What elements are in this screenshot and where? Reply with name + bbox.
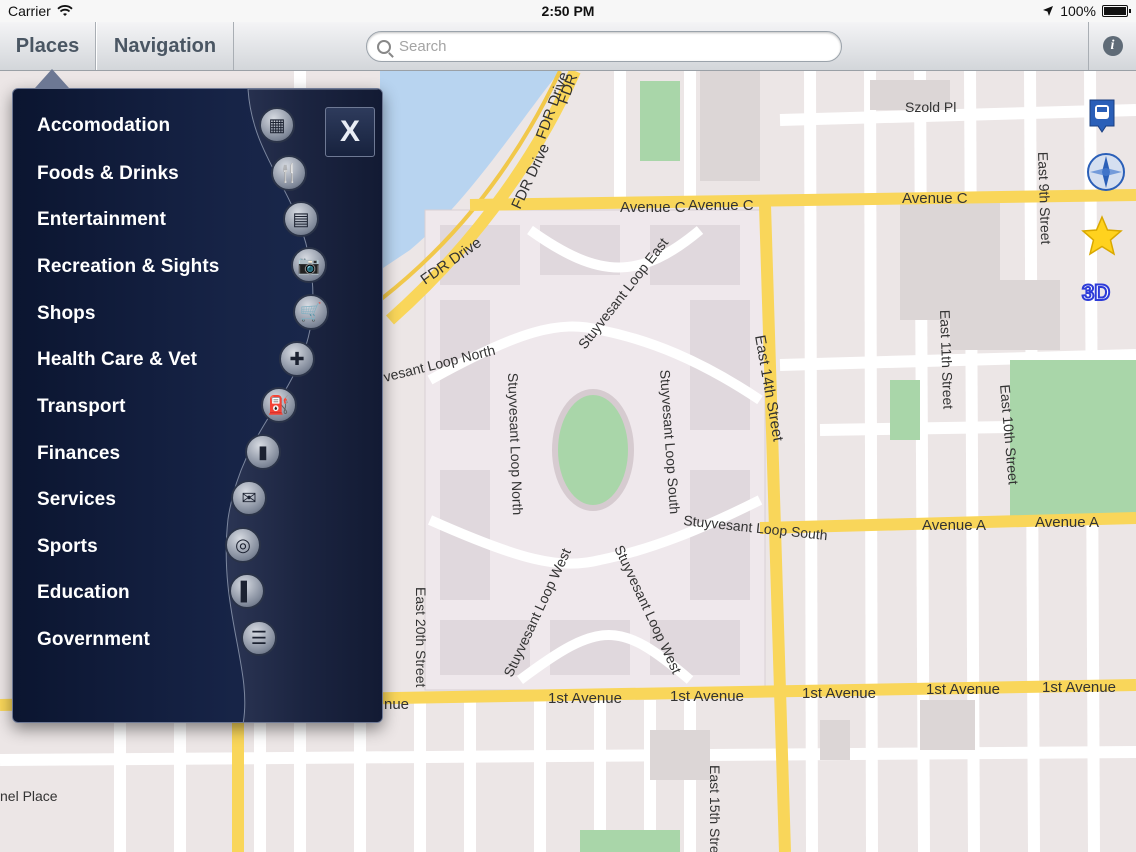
street-label-avenue-c-1: Avenue C bbox=[620, 199, 686, 216]
cart-icon[interactable]: 🛒 bbox=[293, 294, 329, 330]
star-icon bbox=[1081, 215, 1123, 256]
info-icon: i bbox=[1102, 36, 1123, 56]
location-arrow-icon bbox=[1043, 6, 1054, 16]
street-label-1st-ave-3: 1st Avenue bbox=[802, 685, 876, 702]
category-government[interactable]: Government bbox=[37, 629, 150, 651]
places-popover: X Accomodation ▦ Foods & Drinks 🍴 Entert… bbox=[12, 88, 383, 723]
places-button[interactable]: Places bbox=[0, 22, 96, 70]
popover-arrow bbox=[35, 69, 69, 88]
street-label-1st-ave-2: 1st Avenue bbox=[670, 688, 744, 705]
street-label-avenue-c-2: Avenue C bbox=[688, 197, 754, 214]
street-label-1st-ave-5: 1st Avenue bbox=[1042, 679, 1116, 696]
search-icon bbox=[377, 39, 391, 54]
info-button[interactable]: i bbox=[1088, 22, 1136, 70]
camera-icon[interactable]: 📷 bbox=[291, 247, 327, 283]
category-transport[interactable]: Transport bbox=[37, 396, 126, 418]
street-label-east-9th: East 9th Street bbox=[1035, 152, 1054, 245]
3d-toggle-button[interactable]: 3D bbox=[1081, 279, 1111, 306]
subway-icon bbox=[1089, 99, 1115, 133]
search-bar[interactable] bbox=[366, 31, 842, 62]
map-icon[interactable]: ▦ bbox=[259, 107, 295, 143]
street-label-1st-ave-partial: nue bbox=[384, 696, 409, 713]
category-health-care-vet[interactable]: Health Care & Vet bbox=[37, 349, 197, 371]
category-education[interactable]: Education bbox=[37, 582, 130, 604]
street-label-1st-ave-1: 1st Avenue bbox=[548, 690, 622, 707]
battery-percent: 100% bbox=[1060, 3, 1096, 19]
status-time: 2:50 PM bbox=[541, 3, 595, 19]
street-label-1st-ave-4: 1st Avenue bbox=[926, 681, 1000, 698]
carrier-label: Carrier bbox=[8, 3, 51, 19]
close-button[interactable]: X bbox=[325, 107, 375, 157]
envelope-icon[interactable]: ✉ bbox=[231, 480, 267, 516]
cabinet-icon[interactable]: ☰ bbox=[241, 620, 277, 656]
status-left: Carrier bbox=[8, 3, 73, 19]
metro-button[interactable] bbox=[1086, 98, 1118, 139]
toolbar: Places Navigation i bbox=[0, 22, 1136, 71]
street-label-partial-place: nel Place bbox=[0, 788, 58, 804]
search-input[interactable] bbox=[399, 38, 841, 55]
film-icon[interactable]: ▤ bbox=[283, 201, 319, 237]
category-recreation-sights[interactable]: Recreation & Sights bbox=[37, 256, 219, 278]
battery-icon bbox=[1102, 5, 1131, 17]
compass-button[interactable] bbox=[1086, 152, 1126, 197]
lifebuoy-icon[interactable]: ◎ bbox=[225, 527, 261, 563]
category-accomodation[interactable]: Accomodation bbox=[37, 115, 170, 137]
compass-icon bbox=[1087, 153, 1125, 191]
street-label-szold-pl: Szold Pl bbox=[905, 99, 956, 115]
status-bar: Carrier 2:50 PM 100% bbox=[0, 0, 1136, 22]
fuel-icon[interactable]: ⛽ bbox=[261, 387, 297, 423]
street-label-avenue-a-2: Avenue A bbox=[1035, 514, 1099, 531]
street-label-east-15th: East 15th Street bbox=[707, 765, 723, 852]
wifi-icon bbox=[57, 5, 73, 16]
plus-icon[interactable]: ✚ bbox=[279, 341, 315, 377]
category-sports[interactable]: Sports bbox=[37, 536, 98, 558]
book-icon[interactable]: ▌ bbox=[229, 573, 265, 609]
favorites-button[interactable] bbox=[1080, 214, 1124, 263]
status-right: 100% bbox=[1042, 3, 1131, 19]
bars-icon[interactable]: ▮ bbox=[245, 434, 281, 470]
fork-knife-icon[interactable]: 🍴 bbox=[271, 155, 307, 191]
category-shops[interactable]: Shops bbox=[37, 303, 96, 325]
category-services[interactable]: Services bbox=[37, 489, 116, 511]
navigation-button[interactable]: Navigation bbox=[96, 22, 234, 70]
street-label-east-20th: East 20th Street bbox=[413, 587, 429, 688]
street-label-avenue-c-3: Avenue C bbox=[902, 190, 968, 207]
category-entertainment[interactable]: Entertainment bbox=[37, 209, 166, 231]
category-foods-drinks[interactable]: Foods & Drinks bbox=[37, 163, 179, 185]
street-label-avenue-a-1: Avenue A bbox=[922, 517, 986, 534]
category-finances[interactable]: Finances bbox=[37, 443, 120, 465]
